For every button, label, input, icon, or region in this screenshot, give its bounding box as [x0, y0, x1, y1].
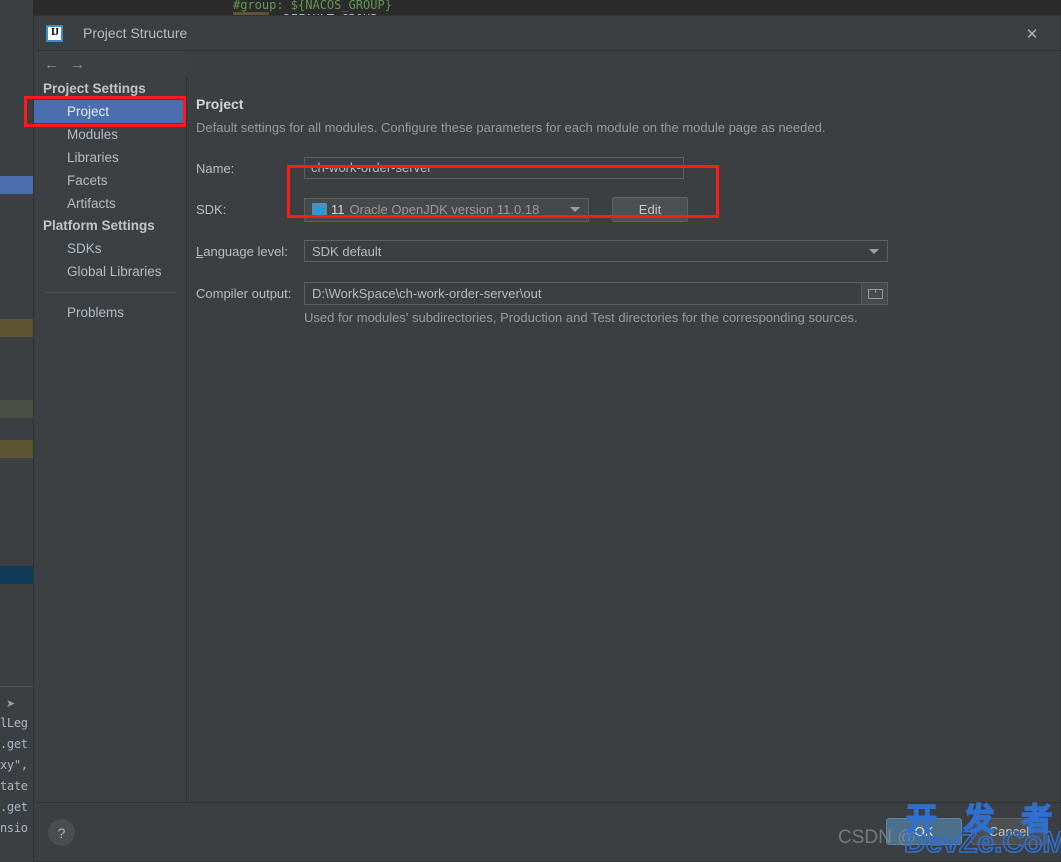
intellij-logo-icon: IJ	[46, 24, 63, 42]
folder-icon[interactable]	[861, 283, 887, 304]
compiler-output-hint: Used for modules' subdirectories, Produc…	[304, 310, 858, 325]
edge-code-line: lLeg	[0, 716, 28, 730]
sidebar-item-problems[interactable]: Problems	[34, 301, 186, 324]
language-level-row: Language level: SDK default	[196, 240, 1060, 262]
sidebar-item-artifacts[interactable]: Artifacts	[34, 192, 186, 215]
sdk-version-label: 11	[331, 202, 345, 217]
name-row: Name: ch-work-order-server	[196, 157, 1060, 179]
compiler-output-input[interactable]: D:\WorkSpace\ch-work-order-server\out	[304, 282, 888, 305]
watermark-site: DevZe.CoM	[903, 825, 1061, 860]
arrow-right-icon[interactable]: →	[70, 57, 85, 72]
gutter-marker	[0, 566, 33, 584]
edit-sdk-button[interactable]: Edit	[612, 197, 688, 222]
editor-gutter	[0, 0, 33, 862]
language-level-label-text: anguage level:	[203, 243, 288, 259]
jdk-icon	[312, 203, 327, 216]
sidebar-divider	[44, 292, 176, 293]
page-subtitle: Default settings for all modules. Config…	[196, 120, 826, 135]
edge-code-line: tate	[0, 779, 28, 793]
dialog-body: Project Settings Project Modules Librari…	[34, 78, 1060, 802]
sidebar-item-sdks[interactable]: SDKs	[34, 237, 186, 260]
project-structure-dialog: IJ Project Structure ✕ ← → Project Setti…	[33, 15, 1061, 862]
arrow-left-icon[interactable]: ←	[44, 57, 59, 72]
cursor-icon: ➤	[6, 698, 16, 710]
gutter-marker	[0, 400, 33, 418]
project-settings-panel: Project Default settings for all modules…	[187, 78, 1060, 802]
page-title: Project	[196, 96, 244, 112]
dialog-nav-bar: ← →	[34, 51, 187, 78]
chevron-down-icon	[869, 248, 879, 254]
edge-code-line: nsio	[0, 821, 28, 835]
sidebar-item-facets[interactable]: Facets	[34, 169, 186, 192]
gutter-divider	[0, 686, 33, 687]
dialog-title: Project Structure	[83, 25, 188, 41]
language-level-label: Language level:	[196, 244, 304, 259]
compiler-output-row: Compiler output: D:\WorkSpace\ch-work-or…	[196, 282, 1060, 305]
language-level-dropdown[interactable]: SDK default	[304, 240, 888, 262]
project-name-input[interactable]: ch-work-order-server	[304, 157, 684, 179]
settings-sidebar: Project Settings Project Modules Librari…	[34, 78, 187, 802]
close-icon[interactable]: ✕	[1012, 21, 1052, 47]
name-label: Name:	[196, 160, 235, 176]
compiler-output-value: D:\WorkSpace\ch-work-order-server\out	[312, 286, 542, 301]
edit-button-text: dit	[647, 202, 662, 217]
code-comment-line: #group: ${NACOS_GROUP}	[233, 0, 392, 12]
gutter-marker	[0, 319, 33, 337]
sidebar-item-libraries[interactable]: Libraries	[34, 146, 186, 169]
sidebar-group-platform-settings: Platform Settings	[43, 218, 155, 233]
compiler-output-label: Compiler output:	[196, 286, 292, 301]
chevron-down-icon	[570, 207, 580, 212]
gutter-marker	[0, 440, 33, 458]
sdk-row: SDK: 11 Oracle OpenJDK version 11.0.18 E…	[196, 197, 1060, 222]
edge-code-line: .get	[0, 800, 28, 814]
edit-button-mnemonic: E	[638, 202, 648, 217]
sdk-label: SDK:	[196, 202, 227, 217]
gutter-marker	[0, 176, 33, 194]
sidebar-item-global-libraries[interactable]: Global Libraries	[34, 260, 186, 283]
language-level-value: SDK default	[312, 243, 382, 259]
sdk-name-label: Oracle OpenJDK version 11.0.18	[349, 202, 540, 217]
dialog-title-bar: IJ Project Structure ✕	[34, 16, 1060, 51]
edge-code-line: xy",	[0, 758, 28, 772]
help-icon[interactable]: ?	[48, 819, 75, 846]
edge-code-line: .get	[0, 737, 28, 751]
sdk-dropdown[interactable]: 11 Oracle OpenJDK version 11.0.18	[304, 197, 589, 222]
sidebar-group-project-settings: Project Settings	[43, 81, 146, 96]
sidebar-item-modules[interactable]: Modules	[34, 123, 186, 146]
sidebar-item-project[interactable]: Project	[34, 100, 186, 123]
